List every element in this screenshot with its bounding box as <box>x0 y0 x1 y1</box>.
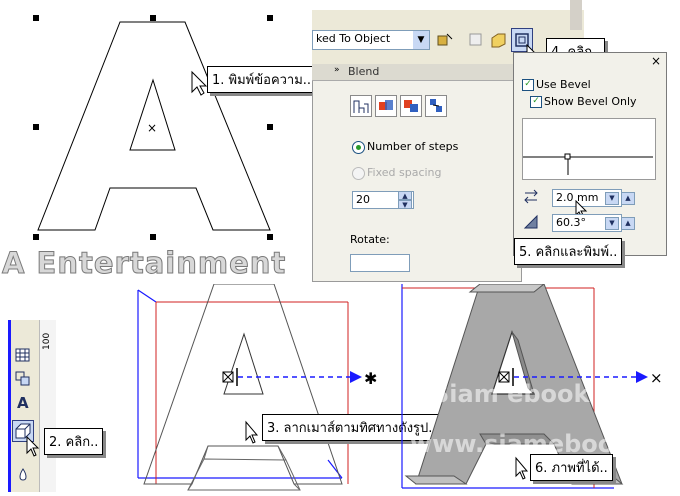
docker-chevron-icon[interactable]: » <box>334 65 340 75</box>
svg-text:×: × <box>147 121 157 135</box>
callout-step-5: 5. คลิกและพิมพ์.. <box>514 238 623 265</box>
ruler-value: 100 <box>42 332 52 350</box>
bevel-preview <box>522 118 656 180</box>
show-bevel-only-checkbox[interactable]: ✓ <box>530 96 542 108</box>
bevel-angle-value: 60.3° <box>556 216 586 229</box>
chevron-down-icon: ▼ <box>413 31 429 49</box>
blend-color-tab[interactable] <box>400 95 422 117</box>
blend-title: Blend <box>348 65 380 78</box>
close-icon[interactable]: × <box>651 54 661 68</box>
callout-step-6: 6. ภาพที่ได้.. <box>530 454 613 481</box>
svg-text:✱: ✱ <box>364 369 377 388</box>
blend-tool-icon[interactable] <box>14 370 32 388</box>
fixed-spacing-label: Fixed spacing <box>367 166 442 179</box>
extrude-color-icon[interactable] <box>489 30 509 50</box>
dropdown-value: ked To Object <box>316 32 391 45</box>
depth-down-icon[interactable]: ▼ <box>605 192 619 205</box>
watermark-siam-ebook: Siam ebook <box>432 380 590 408</box>
blend-type-dropdown[interactable]: ked To Object ▼ <box>312 30 430 50</box>
rotate-input[interactable] <box>350 254 410 272</box>
top-left-canvas: × 1. พิมพ์ข้อความ.. A Entertainment <box>0 0 317 285</box>
watermark-text: A Entertainment <box>1 246 287 281</box>
angle-up-icon[interactable]: ▲ <box>621 217 635 230</box>
svg-text:×: × <box>650 369 663 387</box>
blend-steps-tab[interactable] <box>350 95 372 117</box>
rotate-label: Rotate: <box>350 233 390 246</box>
window-edge <box>570 0 582 30</box>
steps-down-icon[interactable]: ▼ <box>398 200 412 209</box>
number-of-steps-radio[interactable] <box>352 141 365 154</box>
extrude-result-canvas: × Siam ebook www.siamebook.com 6. ภาพที่… <box>394 283 680 492</box>
steps-up-icon[interactable]: ▲ <box>398 191 412 200</box>
blend-misc-tab[interactable] <box>425 95 447 117</box>
depth-up-icon[interactable]: ▲ <box>621 192 635 205</box>
number-of-steps-label: Number of steps <box>367 140 459 153</box>
bevel-depth-icon <box>522 188 542 206</box>
callout-step-1: 1. พิมพ์ข้อความ.. <box>207 66 317 93</box>
steps-value: 20 <box>356 193 370 206</box>
angle-down-icon[interactable]: ▼ <box>605 217 619 230</box>
radio-dot <box>356 145 361 150</box>
use-bevel-checkbox[interactable]: ✓ <box>522 79 534 91</box>
text-tool-icon[interactable]: A <box>14 393 32 412</box>
table-tool-icon[interactable] <box>14 346 32 364</box>
callout-step-2: 2. คลิก.. <box>44 428 104 455</box>
cursor-icon <box>26 436 40 457</box>
fill-tool-icon[interactable] <box>14 466 32 484</box>
vertical-ruler: 100 <box>39 320 56 492</box>
extrude-wireframe-canvas: ✱ 3. ลากเมาส์ตามทิศทางดังรูป.. <box>116 283 442 492</box>
blend-docker-header <box>312 64 520 81</box>
extrude-wireframe: ✱ <box>137 283 377 491</box>
clear-effect-icon[interactable] <box>466 30 486 50</box>
svg-text:A: A <box>17 394 29 411</box>
blend-acceleration-tab[interactable] <box>375 95 397 117</box>
letter-a-outline: × <box>33 15 273 240</box>
copy-properties-icon[interactable] <box>435 30 455 50</box>
use-bevel-label: Use Bevel <box>536 78 591 91</box>
show-bevel-only-label: Show Bevel Only <box>544 95 637 108</box>
bevel-angle-icon <box>522 213 542 231</box>
fixed-spacing-radio[interactable] <box>352 167 365 180</box>
